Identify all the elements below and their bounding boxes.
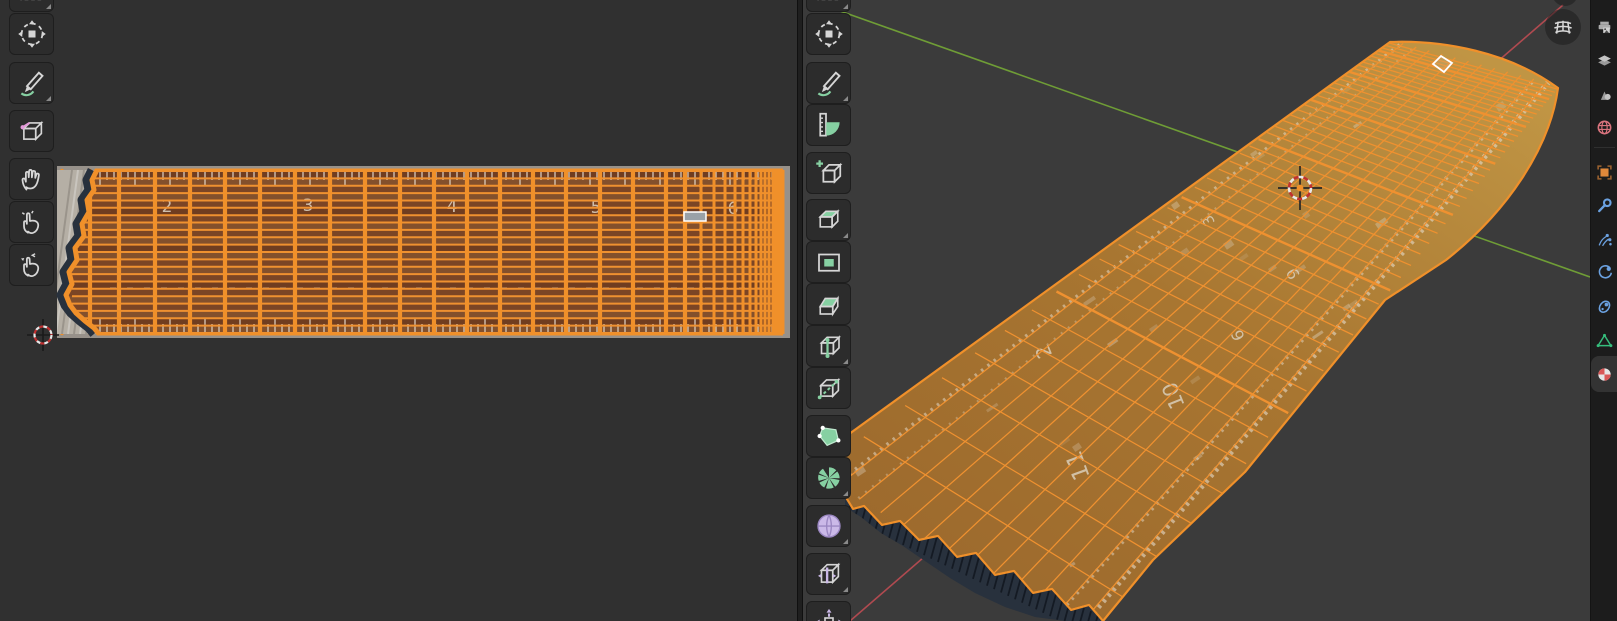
smooth-icon	[814, 511, 844, 541]
tab-particles-properties[interactable]	[1591, 224, 1617, 254]
inset-faces-icon	[814, 247, 844, 277]
modifiers-icon	[1596, 197, 1613, 214]
tool-relax[interactable]	[9, 201, 54, 243]
svg-text:3: 3	[303, 196, 314, 216]
subtool-indicator	[843, 233, 848, 238]
subtool-indicator	[843, 491, 848, 496]
tool-smooth[interactable]	[806, 505, 851, 547]
add-cube-icon	[814, 158, 844, 188]
annotate-icon	[814, 68, 844, 98]
subtool-indicator	[843, 359, 848, 364]
rip-region-icon	[17, 116, 47, 146]
spin-icon	[814, 463, 844, 493]
tool-shrink-fatten[interactable]	[806, 601, 851, 621]
uv-wireframe	[60, 169, 783, 335]
relax-icon	[17, 207, 47, 237]
subtool-indicator	[843, 96, 848, 101]
physics-icon	[1596, 264, 1613, 281]
measure-icon	[814, 110, 844, 140]
extrude-region-icon	[814, 205, 844, 235]
tab-physics-properties[interactable]	[1591, 257, 1617, 287]
subtool-indicator	[46, 96, 51, 101]
tool-select-box[interactable]	[9, 0, 54, 12]
object-icon	[1596, 164, 1613, 181]
properties-tab-strip	[1590, 0, 1617, 621]
tool-poly-build[interactable]	[806, 415, 851, 457]
tool-select-box[interactable]	[806, 0, 851, 12]
tab-modifiers-properties[interactable]	[1591, 190, 1617, 220]
particles-icon	[1596, 231, 1613, 248]
object-data-icon	[1596, 332, 1613, 349]
knife-icon	[814, 373, 844, 403]
uv-active-face	[684, 212, 706, 221]
subtool-indicator	[46, 4, 51, 9]
tool-bevel[interactable]	[806, 283, 851, 325]
loop-cut-icon	[814, 331, 844, 361]
tool-knife[interactable]	[806, 367, 851, 409]
select-box-icon	[17, 0, 47, 6]
tab-object-data-properties[interactable]	[1591, 325, 1617, 355]
bevel-icon	[814, 289, 844, 319]
tool-transform[interactable]	[9, 13, 54, 55]
tool-annotate[interactable]	[806, 62, 851, 104]
tool-pinch[interactable]	[9, 244, 54, 286]
tool-measure[interactable]	[806, 104, 851, 146]
tab-view-layer-properties[interactable]	[1591, 45, 1617, 75]
grab-icon	[17, 164, 47, 194]
viewport-3d: 39621011	[803, 0, 1590, 621]
tool-grab[interactable]	[9, 158, 54, 200]
tool-annotate[interactable]	[9, 62, 54, 104]
uv-editor-canvas[interactable]: 23456	[0, 0, 797, 621]
shrink-fatten-icon	[814, 607, 844, 621]
select-box-icon	[814, 0, 844, 6]
transform-icon	[17, 19, 47, 49]
tab-scene-properties[interactable]	[1591, 79, 1617, 109]
viewport-3d-canvas[interactable]: 39621011	[803, 0, 1590, 621]
subtool-indicator	[843, 587, 848, 592]
pinch-icon	[17, 250, 47, 280]
tool-rip-region[interactable]	[9, 110, 54, 152]
constraints-icon	[1596, 298, 1613, 315]
tool-edge-slide[interactable]	[806, 553, 851, 595]
uv-editor: 23456	[0, 0, 797, 621]
subtool-indicator	[843, 539, 848, 544]
tab-output-properties[interactable]	[1591, 12, 1617, 42]
annotate-icon	[17, 68, 47, 98]
tool-add-cube[interactable]	[806, 152, 851, 194]
tool-extrude-region[interactable]	[806, 199, 851, 241]
edge-slide-icon	[814, 559, 844, 589]
tab-object-properties[interactable]	[1591, 157, 1617, 187]
poly-build-icon	[814, 421, 844, 451]
output-icon	[1596, 19, 1613, 36]
tab-world-properties[interactable]	[1591, 112, 1617, 142]
tool-spin[interactable]	[806, 457, 851, 499]
subtool-indicator	[843, 4, 848, 9]
tool-inset-faces[interactable]	[806, 241, 851, 283]
tool-transform[interactable]	[806, 13, 851, 55]
blender-window: 23456 39621011	[0, 0, 1617, 621]
perspective-toggle-button[interactable]	[1545, 9, 1581, 45]
world-icon	[1596, 119, 1613, 136]
tab-group-separator	[1594, 147, 1615, 148]
scene-icon	[1596, 86, 1613, 103]
perspective-grid-icon	[1551, 15, 1575, 39]
tool-loop-cut[interactable]	[806, 325, 851, 367]
material-icon	[1596, 366, 1613, 383]
tab-material-properties[interactable]	[1591, 356, 1617, 392]
tab-constraints-properties[interactable]	[1591, 291, 1617, 321]
transform-icon	[814, 19, 844, 49]
view-layer-icon	[1596, 52, 1613, 69]
